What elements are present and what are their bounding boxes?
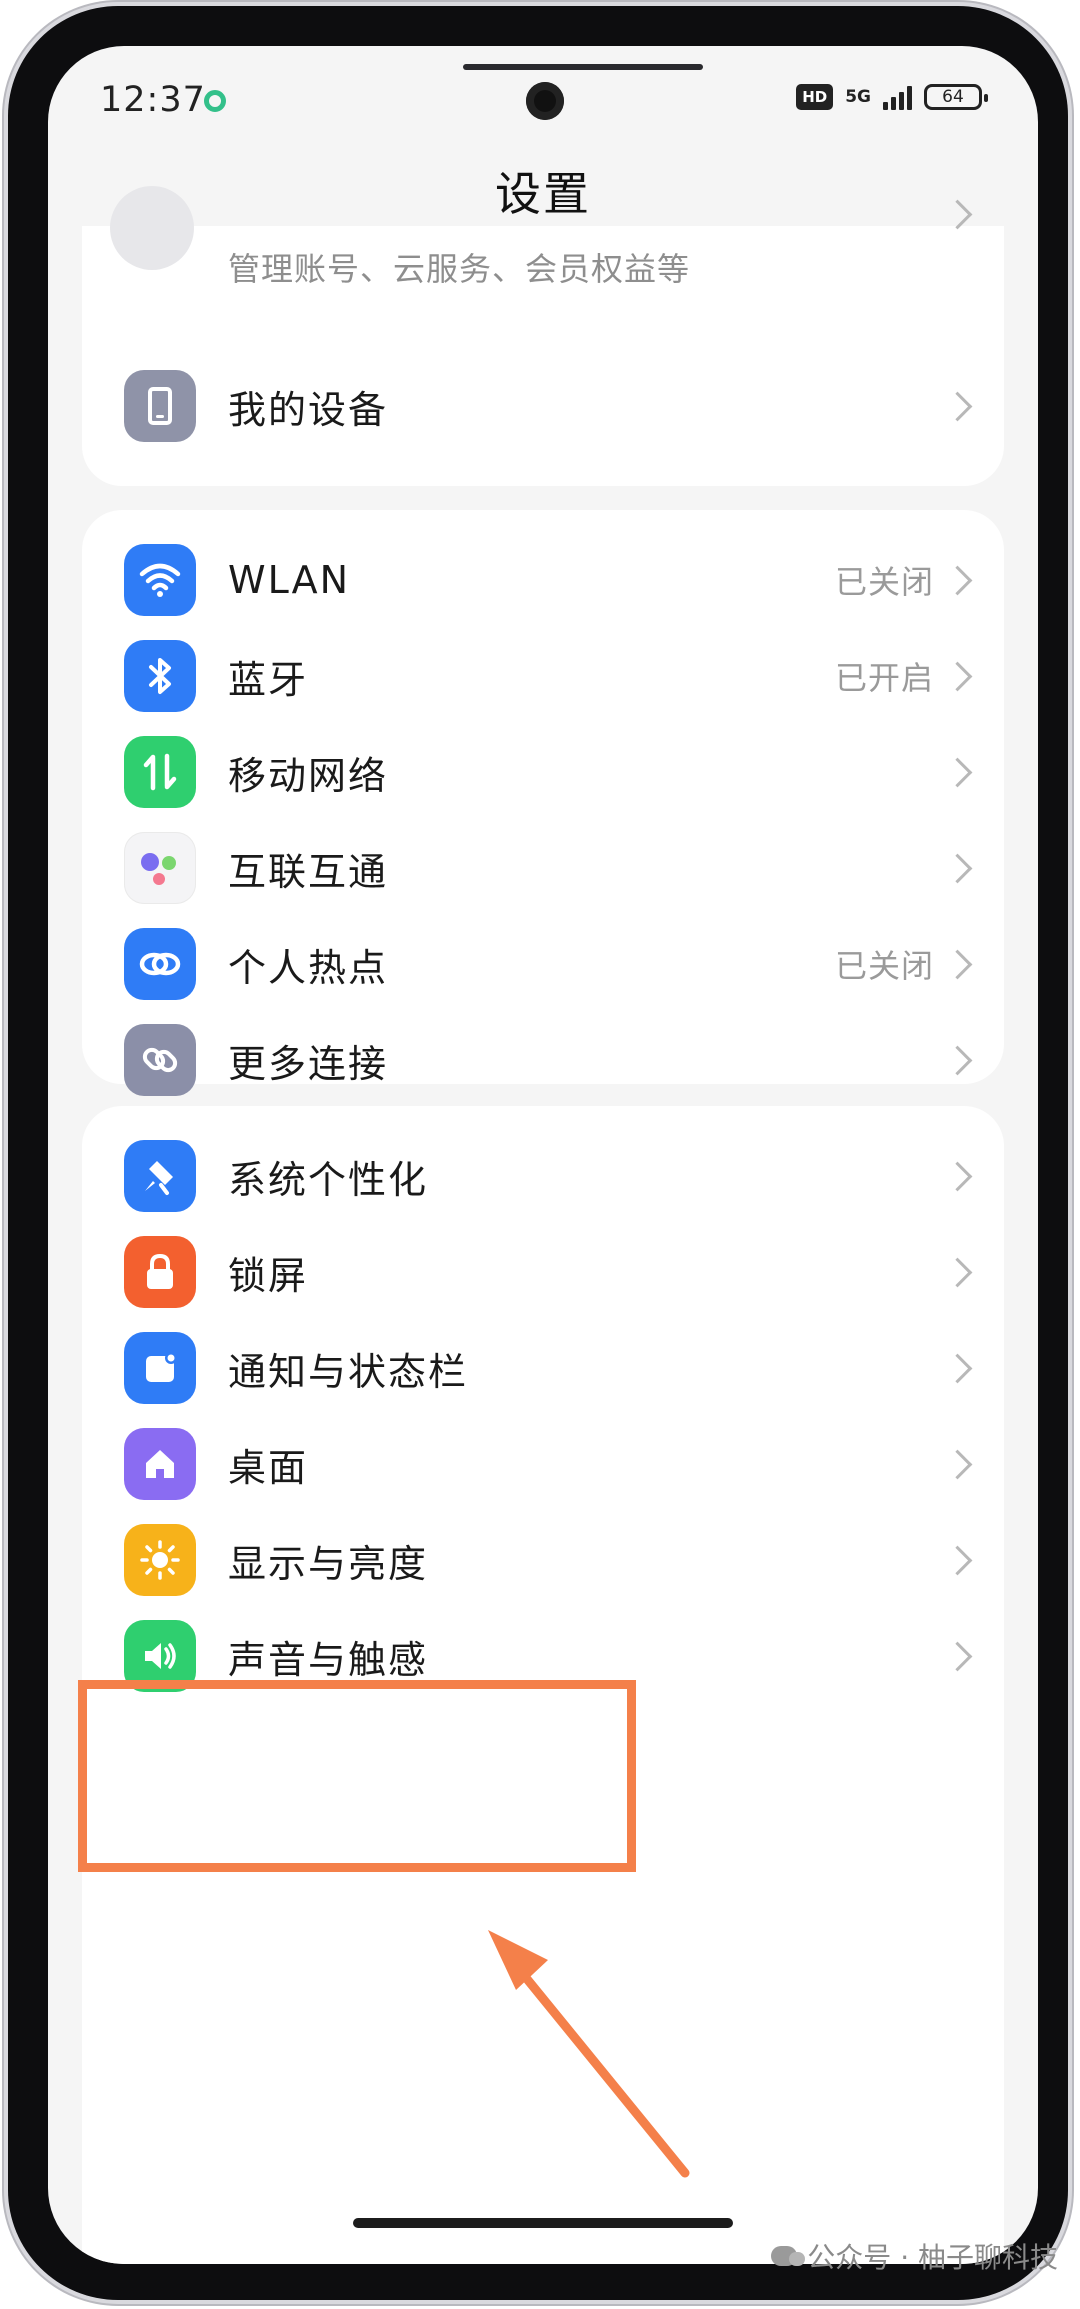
bluetooth-status: 已开启: [834, 659, 934, 697]
network-type: 5G: [845, 87, 871, 107]
wechat-icon: [771, 2246, 806, 2266]
chevron-right-icon: [942, 757, 973, 787]
hotspot-label: 个人热点: [228, 945, 389, 990]
connectivity-card: WLAN 已关闭 蓝牙 已开启 移动网络 互联互通 个人热点 已关闭 更多连接: [82, 510, 1004, 1096]
app-notification-icon: [204, 90, 226, 112]
watermark: 公众号 · 柚子聊科技: [771, 2236, 1058, 2276]
signal-icon: [883, 84, 912, 110]
lock-screen-label: 锁屏: [228, 1253, 309, 1298]
my-device-label: 我的设备: [228, 387, 389, 432]
interconnect-label: 互联互通: [228, 849, 389, 894]
more-connections-label: 更多连接: [228, 1041, 389, 1086]
chevron-right-icon: [942, 565, 973, 595]
status-icons: HD 5G 64: [796, 84, 988, 110]
wlan-label: WLAN: [228, 558, 351, 602]
status-time: 12:37: [100, 80, 206, 120]
my-device-row[interactable]: 我的设备: [82, 336, 1004, 476]
hotspot-status: 已关闭: [834, 947, 934, 985]
avatar: [110, 186, 194, 270]
front-camera: [526, 82, 564, 120]
phone-frame: 12:37 HD 5G 64 设置 管理账号、云服务、会员权益等 我的设备 WL…: [8, 6, 1068, 2300]
watermark-text: 公众号 · 柚子聊科技: [807, 2241, 1058, 2274]
chevron-right-icon: [942, 1161, 973, 1191]
battery-icon: 64: [924, 84, 988, 110]
chevron-right-icon: [942, 1545, 973, 1575]
account-card: 管理账号、云服务、会员权益等 我的设备: [82, 186, 1004, 486]
chevron-right-icon: [942, 1449, 973, 1479]
phone-device-icon: [124, 370, 196, 442]
screen: 12:37 HD 5G 64 设置 管理账号、云服务、会员权益等 我的设备 WL…: [48, 46, 1038, 2264]
chevron-right-icon: [942, 1045, 973, 1075]
battery-level: 64: [942, 87, 964, 107]
link-icon: [124, 1024, 196, 1096]
home-indicator[interactable]: [353, 2218, 733, 2228]
speaker-grille: [463, 64, 703, 70]
chevron-right-icon: [942, 949, 973, 979]
bluetooth-label: 蓝牙: [228, 657, 309, 702]
chevron-right-icon: [942, 391, 973, 421]
chevron-right-icon: [942, 661, 973, 691]
notification-statusbar-label: 通知与状态栏: [228, 1349, 469, 1394]
system-personalization-label: 系统个性化: [228, 1157, 429, 1202]
account-row[interactable]: 管理账号、云服务、会员权益等: [82, 186, 1004, 306]
home-screen-label: 桌面: [228, 1445, 309, 1490]
chevron-right-icon: [942, 1257, 973, 1287]
sound-haptics-label: 声音与触感: [228, 1637, 429, 1682]
chevron-right-icon: [942, 853, 973, 883]
hd-badge: HD: [796, 84, 834, 110]
chevron-right-icon: [942, 1641, 973, 1671]
mobile-network-label: 移动网络: [228, 753, 389, 798]
highlight-box: [78, 1680, 636, 1872]
account-subtitle: 管理账号、云服务、会员权益等: [228, 250, 691, 288]
chevron-right-icon: [942, 1353, 973, 1383]
display-brightness-label: 显示与亮度: [228, 1541, 429, 1586]
chevron-right-icon: [942, 199, 973, 230]
wlan-status: 已关闭: [834, 563, 934, 601]
